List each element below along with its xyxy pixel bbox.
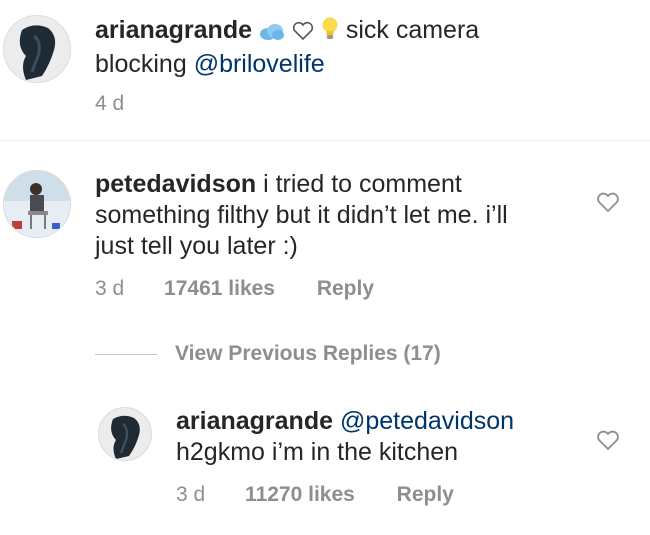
comment-avatar[interactable] [3, 170, 71, 238]
comment-body-line2: something filthy but it didn’t let me. i… [95, 201, 508, 229]
view-previous-replies-label[interactable]: View Previous Replies (17) [175, 342, 441, 366]
comment-body-line1: i tried to comment [263, 170, 462, 198]
comment-text: petedavidson i tried to comment somethin… [95, 169, 565, 262]
comment-meta: 3 d 17461 likes Reply [95, 277, 374, 301]
comment-timestamp: 3 d [95, 277, 125, 300]
reply-button[interactable]: Reply [397, 483, 454, 506]
comment-body-line3: just tell you later :) [95, 232, 298, 260]
caption-username[interactable]: arianagrande [95, 16, 252, 44]
divider [0, 140, 650, 141]
reply-timestamp: 3 d [176, 483, 206, 506]
caption-body-line2: blocking [95, 50, 187, 78]
white-heart-emoji-icon [292, 18, 314, 49]
comment-username[interactable]: petedavidson [95, 170, 256, 198]
profile-photo-icon [99, 408, 151, 460]
reply-avatar[interactable] [98, 407, 152, 461]
like-heart-icon[interactable] [596, 191, 620, 213]
caption-timestamp: 4 d [95, 92, 125, 115]
reply-username[interactable]: arianagrande [176, 407, 333, 435]
view-previous-replies-button[interactable]: View Previous Replies (17) [95, 340, 441, 368]
caption-text: arianagrande sick camera blocking @brilo… [95, 15, 615, 80]
replies-line [95, 353, 157, 355]
avatar[interactable] [3, 15, 71, 83]
profile-photo-icon [4, 171, 70, 237]
profile-photo-icon [4, 16, 70, 82]
comment-likes[interactable]: 17461 likes [164, 277, 275, 300]
caption-body: sick camera [345, 16, 480, 44]
reply-text: arianagrande @petedavidson h2gkmo i’m in… [176, 406, 576, 468]
reply-mention[interactable]: @petedavidson [340, 407, 514, 435]
reply-likes[interactable]: 11270 likes [245, 483, 355, 506]
reply-button[interactable]: Reply [317, 277, 374, 300]
caption-mention[interactable]: @brilovelife [194, 50, 325, 78]
like-heart-icon[interactable] [596, 429, 620, 451]
reply-meta: 3 d 11270 likes Reply [176, 483, 454, 507]
reply-body: h2gkmo i’m in the kitchen [176, 438, 459, 466]
cloud-emoji-icon [259, 18, 285, 49]
light-bulb-emoji-icon [321, 17, 339, 49]
